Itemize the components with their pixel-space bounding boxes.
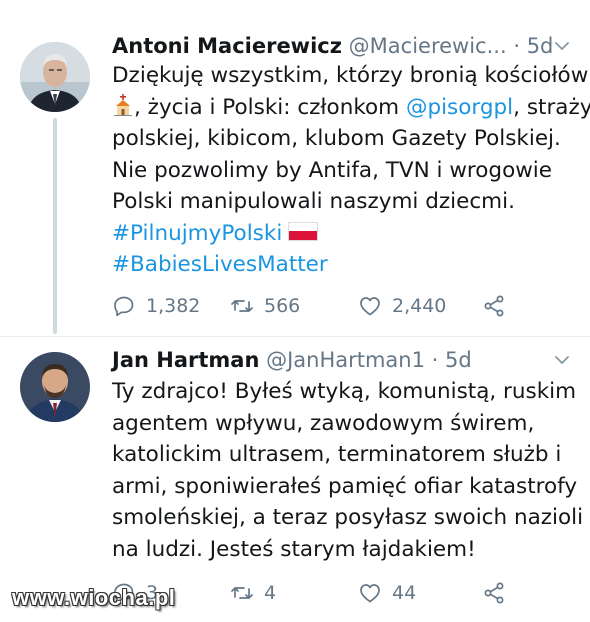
tweet-header: Jan Hartman @JanHartman1 · 5d bbox=[112, 345, 472, 375]
author-name[interactable]: Jan Hartman bbox=[112, 348, 259, 372]
tweet-text-line: agentem wpływu, zawodowym świrem, bbox=[112, 410, 535, 436]
author-name[interactable]: Antoni Macierewicz bbox=[112, 34, 342, 58]
tweet-actions: 3 4 44 bbox=[112, 578, 572, 608]
retweet-count: 4 bbox=[264, 582, 277, 604]
header-separator: · bbox=[513, 34, 520, 58]
author-handle[interactable]: @Macierewic... bbox=[349, 34, 507, 58]
mention-link[interactable]: @pisorgpl bbox=[406, 95, 513, 120]
tweet-macierewicz[interactable]: Antoni Macierewicz @Macierewic... · 5d D… bbox=[0, 0, 590, 336]
retweet-button[interactable]: 566 bbox=[230, 291, 300, 321]
retweet-count: 566 bbox=[264, 295, 301, 317]
like-count: 44 bbox=[392, 582, 417, 604]
share-button[interactable] bbox=[482, 291, 506, 321]
heart-icon bbox=[360, 584, 380, 603]
tweet-text: Ty zdrajco! Byłeś wtyką, komunistą, rusk… bbox=[112, 376, 584, 565]
like-button[interactable]: 2,440 bbox=[358, 291, 446, 321]
reply-icon bbox=[114, 296, 134, 317]
tweet-actions: 1,382 566 2,440 bbox=[112, 291, 572, 321]
share-icon bbox=[484, 295, 504, 317]
tweet-timestamp[interactable]: 5d bbox=[527, 34, 554, 58]
tweet-text-line: katolickim ultrasem, terminatorem służb … bbox=[112, 442, 562, 467]
tweet-text-line: #PilnujmyPolski bbox=[112, 218, 582, 250]
retweet-icon bbox=[231, 300, 253, 312]
tweet-text: Dziękuję wszystkim, którzy bronią kościo… bbox=[112, 60, 590, 281]
retweet-button[interactable]: 4 bbox=[230, 578, 276, 608]
thread-connector-line bbox=[53, 118, 57, 334]
tweet-text-line: na ludzi. Jesteś starym łajdakiem! bbox=[112, 536, 476, 562]
church-emoji-icon bbox=[112, 93, 134, 116]
like-count: 2,440 bbox=[392, 295, 447, 317]
like-button[interactable]: 44 bbox=[358, 578, 416, 608]
tweet-text-segment: , życia i Polski: członkom bbox=[134, 94, 406, 120]
tweet-menu-chevron-down-icon[interactable] bbox=[552, 350, 572, 370]
tweet-hartman[interactable]: Jan Hartman @JanHartman1 · 5d Ty zdrajco… bbox=[0, 336, 590, 622]
tweet-text-line: Polski manipulowali naszymi dziecmi. bbox=[112, 189, 515, 214]
avatar-macierewicz[interactable] bbox=[20, 42, 90, 112]
retweet-icon bbox=[231, 587, 253, 599]
tweet-text-line: #BabiesLivesMatter bbox=[112, 249, 582, 281]
tweet-text-line: armi, sponiwierałeś pamięć ofiar katastr… bbox=[112, 473, 578, 499]
tweet-timestamp[interactable]: 5d bbox=[445, 348, 472, 372]
poland-flag-icon bbox=[288, 221, 319, 241]
tweet-header: Antoni Macierewicz @Macierewic... · 5d bbox=[112, 31, 553, 61]
tweet-text-line: , życia i Polski: członkom @pisorgpl, st… bbox=[112, 92, 590, 124]
site-watermark: www.wiocha.pl bbox=[12, 585, 176, 610]
tweet-text-line: Nie pozwolimy by Antifa, TVN i wrogowie bbox=[112, 157, 553, 183]
share-icon bbox=[484, 582, 504, 604]
share-button[interactable] bbox=[482, 578, 506, 608]
tweet-menu-chevron-down-icon[interactable] bbox=[552, 36, 572, 56]
hashtag-link[interactable]: #BabiesLivesMatter bbox=[112, 252, 328, 277]
reply-count: 1,382 bbox=[146, 295, 201, 317]
tweet-text-line: smoleńskiej, a teraz posyłasz swoich naz… bbox=[112, 505, 584, 530]
tweet-text-line: Dziękuję wszystkim, którzy bronią kościo… bbox=[112, 63, 589, 88]
tweet-text-segment: , straży bbox=[513, 94, 590, 120]
heart-icon bbox=[360, 297, 380, 316]
reply-button[interactable]: 1,382 bbox=[112, 291, 200, 321]
author-handle[interactable]: @JanHartman1 bbox=[266, 348, 425, 372]
header-separator: · bbox=[431, 348, 439, 372]
hashtag-link[interactable]: #PilnujmyPolski bbox=[112, 221, 282, 246]
tweet-text-line: Ty zdrajco! Byłeś wtyką, komunistą, rusk… bbox=[112, 379, 577, 404]
avatar-photo-icon bbox=[20, 352, 90, 422]
avatar-hartman[interactable] bbox=[20, 352, 90, 422]
avatar-photo-icon bbox=[20, 42, 90, 112]
tweet-text-line: polskiej, kibicom, klubom Gazety Polskie… bbox=[112, 126, 561, 151]
